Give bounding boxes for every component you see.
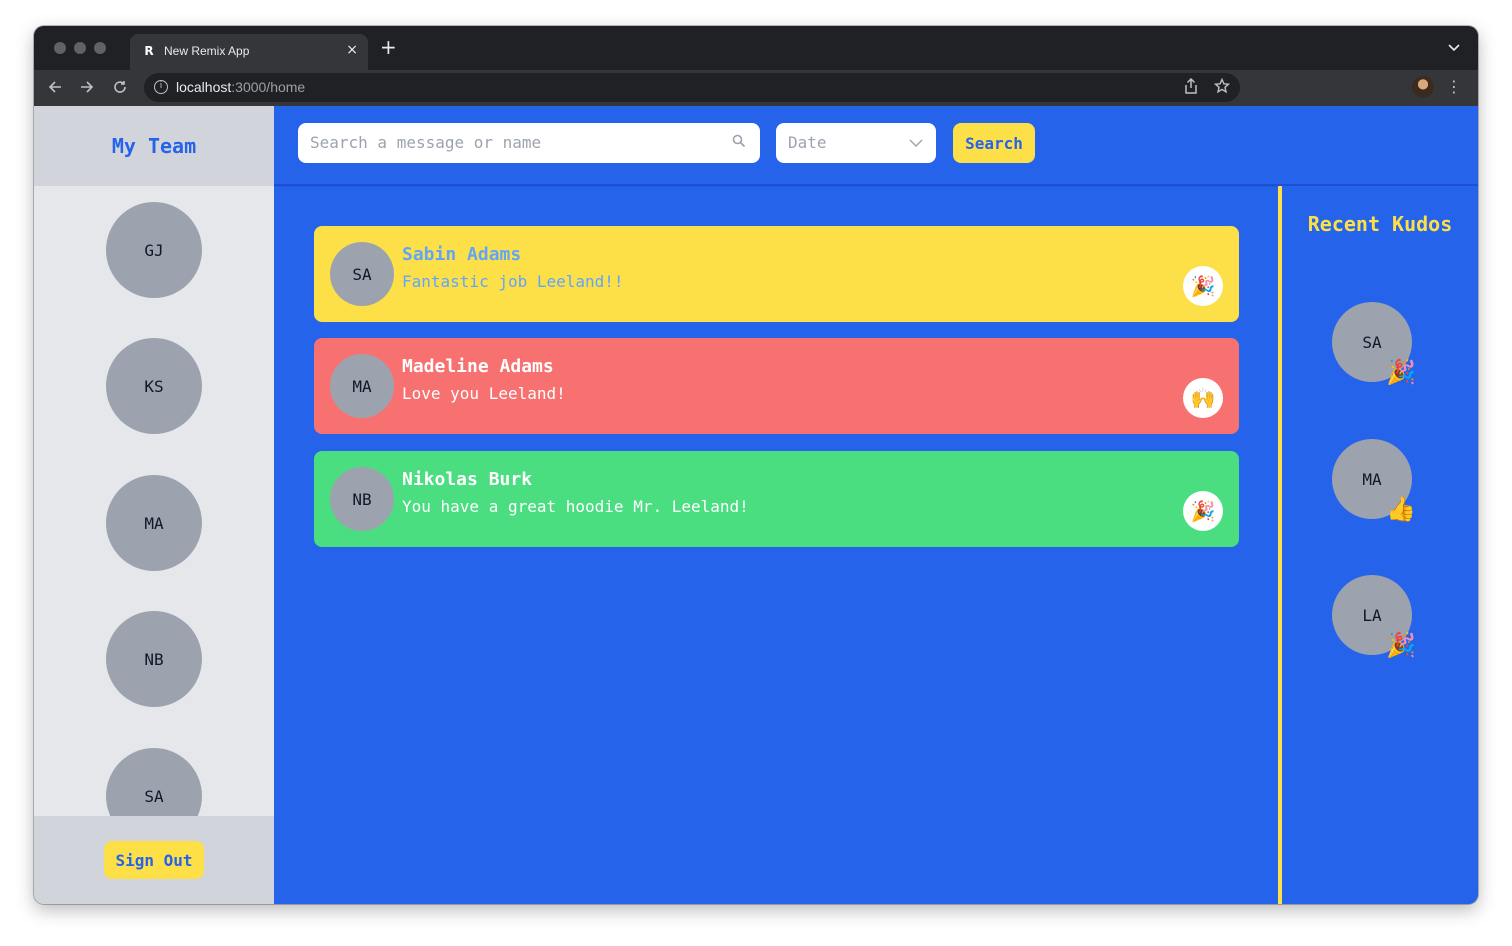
star-icon[interactable] [1213,77,1231,99]
search-input[interactable]: Search a message or name [298,123,760,163]
kudo-card[interactable]: SA Sabin Adams Fantastic job Leeland!! 🎉 [314,226,1239,322]
team-member-avatar[interactable]: GJ [106,202,202,298]
recent-kudo-avatar[interactable]: LA 🎉 [1332,575,1416,659]
kudos-feed: SA Sabin Adams Fantastic job Leeland!! 🎉… [274,186,1278,904]
profile-avatar[interactable] [1412,76,1434,98]
party-popper-icon: 🎉 [1386,358,1416,386]
raised-hands-icon: 🙌 [1183,378,1223,418]
sign-out-button[interactable]: Sign Out [104,841,204,879]
party-popper-icon: 🎉 [1183,266,1223,306]
url-path: :3000/home [231,79,306,95]
close-tab-icon[interactable]: × [346,42,358,58]
recent-kudo-initials: MA [1362,469,1382,489]
kudo-message: You have a great hoodie Mr. Leeland! [402,497,749,516]
team-member-avatar[interactable]: MA [106,475,202,571]
date-placeholder: Date [788,133,827,152]
window-controls [54,42,106,54]
app-root: My Team GJ KS MA NB SA Sign Out Search a… [34,106,1478,904]
search-bar: Search a message or name Date Search [274,106,1478,186]
party-popper-icon: 🎉 [1386,631,1416,659]
tab-title: New Remix App [164,44,250,58]
back-icon[interactable] [44,76,66,98]
search-placeholder: Search a message or name [310,133,542,152]
minimize-window-button[interactable] [74,42,86,54]
kudo-avatar: NB [330,467,394,531]
more-icon[interactable]: ⋮ [1446,76,1462,98]
kudo-author-name: Nikolas Burk [402,469,533,490]
sidebar-footer: Sign Out [34,816,274,904]
recent-kudo-avatar[interactable]: MA 👍 [1332,439,1416,523]
browser-toolbar: i localhost:3000/home ⋮ [34,70,1478,106]
team-member-avatar[interactable]: KS [106,338,202,434]
search-icon [732,134,746,148]
kudo-avatar: SA [330,242,394,306]
browser-window: R New Remix App × + i localhost:3000/hom… [34,26,1478,904]
sidebar-title: My Team [111,134,197,158]
chevron-down-icon [909,139,923,147]
zoom-window-button[interactable] [94,42,106,54]
kudo-avatar: MA [330,354,394,418]
recent-kudo-initials: SA [1362,332,1382,352]
kudo-message: Fantastic job Leeland!! [402,272,624,291]
url-host: localhost [176,79,232,95]
kudo-card[interactable]: MA Madeline Adams Love you Leeland! 🙌 [314,338,1239,434]
forward-icon[interactable] [76,76,98,98]
kudo-author-name: Madeline Adams [402,356,554,377]
team-member-avatar[interactable]: SA [106,748,202,816]
address-bar[interactable]: i localhost:3000/home [144,73,1240,102]
sidebar-header: My Team [34,106,274,186]
kudo-message: Love you Leeland! [402,384,566,403]
info-icon[interactable]: i [154,80,168,94]
kudo-card[interactable]: NB Nikolas Burk You have a great hoodie … [314,451,1239,547]
thumbs-up-icon: 👍 [1386,495,1416,523]
team-sidebar: My Team GJ KS MA NB SA Sign Out [34,106,274,904]
tab-bar: R New Remix App × + [34,26,1478,70]
remix-logo-icon: R [144,44,154,58]
close-window-button[interactable] [54,42,66,54]
search-button[interactable]: Search [953,123,1035,163]
recent-kudo-initials: LA [1362,605,1382,625]
reload-icon[interactable] [109,76,131,98]
date-select[interactable]: Date [776,123,936,163]
recent-kudo-avatar[interactable]: SA 🎉 [1332,302,1416,386]
recent-kudos-title: Recent Kudos [1307,212,1453,236]
new-tab-button[interactable]: + [380,37,397,57]
team-member-avatar[interactable]: NB [106,611,202,707]
recent-kudos-panel: Recent Kudos SA 🎉 MA 👍 LA 🎉 [1278,186,1478,904]
party-popper-icon: 🎉 [1183,491,1223,531]
kudo-author-name: Sabin Adams [402,244,522,265]
share-icon[interactable] [1184,77,1198,99]
browser-tab[interactable]: R New Remix App × [130,34,368,70]
tab-list-chevron-icon[interactable] [1448,41,1460,55]
url-text[interactable]: localhost:3000/home [176,79,305,95]
team-member-list: GJ KS MA NB SA [34,186,274,816]
